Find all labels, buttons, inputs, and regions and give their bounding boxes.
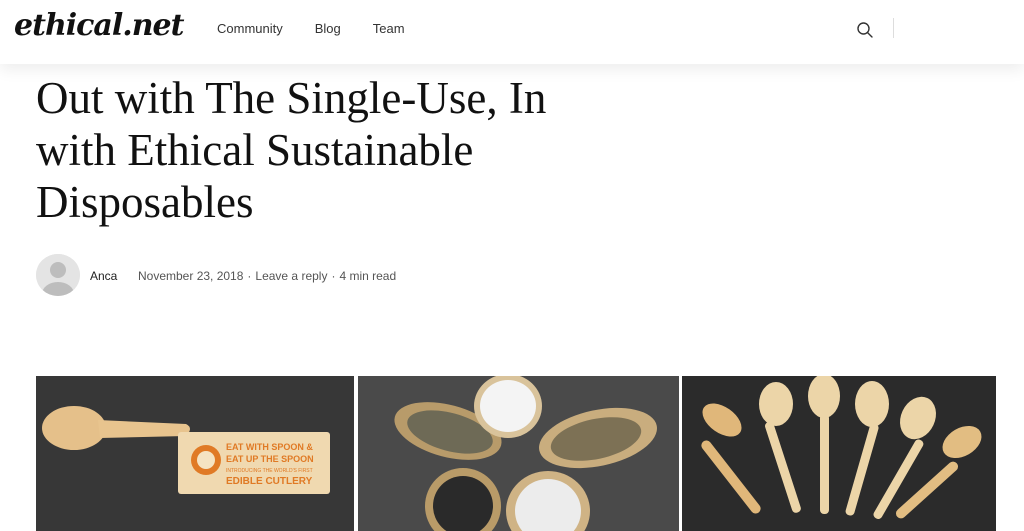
post-date[interactable]: November 23, 2018 [138,269,243,283]
main-nav: Community Blog Team [217,21,437,36]
meta-separator: · [331,269,336,283]
article-title: Out with The Single-Use, In with Ethical… [36,73,547,227]
site-logo[interactable]: ethical.net [14,8,184,43]
author-avatar[interactable] [36,254,80,296]
site-header: ethical.net Community Blog Team [0,0,1024,64]
label-line-1: EAT WITH SPOON & [226,442,313,452]
nav-item-community[interactable]: Community [217,21,283,36]
meta-separator: · [247,269,252,283]
meta-details: November 23, 2018 · Leave a reply · 4 min re… [138,269,396,283]
label-line-4: EDIBLE CUTLERY [226,476,313,487]
article-meta: Anca November 23, 2018 · Leave a reply · 4 m… [36,254,536,296]
avatar-placeholder-icon [36,254,80,296]
leave-reply-link[interactable]: Leave a reply [255,269,327,283]
edible-cutlery-photo: EAT WITH SPOON & EAT UP THE SPOON INTROD… [36,376,354,531]
spoon-fan-photo [682,376,996,531]
nav-item-blog[interactable]: Blog [315,21,341,36]
label-line-2: EAT UP THE SPOON [226,454,314,464]
spice-spoons-photo [358,376,679,531]
search-icon[interactable] [856,21,874,39]
author-name[interactable]: Anca [90,269,117,283]
nav-item-team[interactable]: Team [373,21,405,36]
label-line-3: INTRODUCING THE WORLD'S FIRST [226,468,313,474]
featured-image-gallery: EAT WITH SPOON & EAT UP THE SPOON INTROD… [36,376,996,531]
header-divider [893,18,894,38]
read-time: 4 min read [339,269,397,283]
